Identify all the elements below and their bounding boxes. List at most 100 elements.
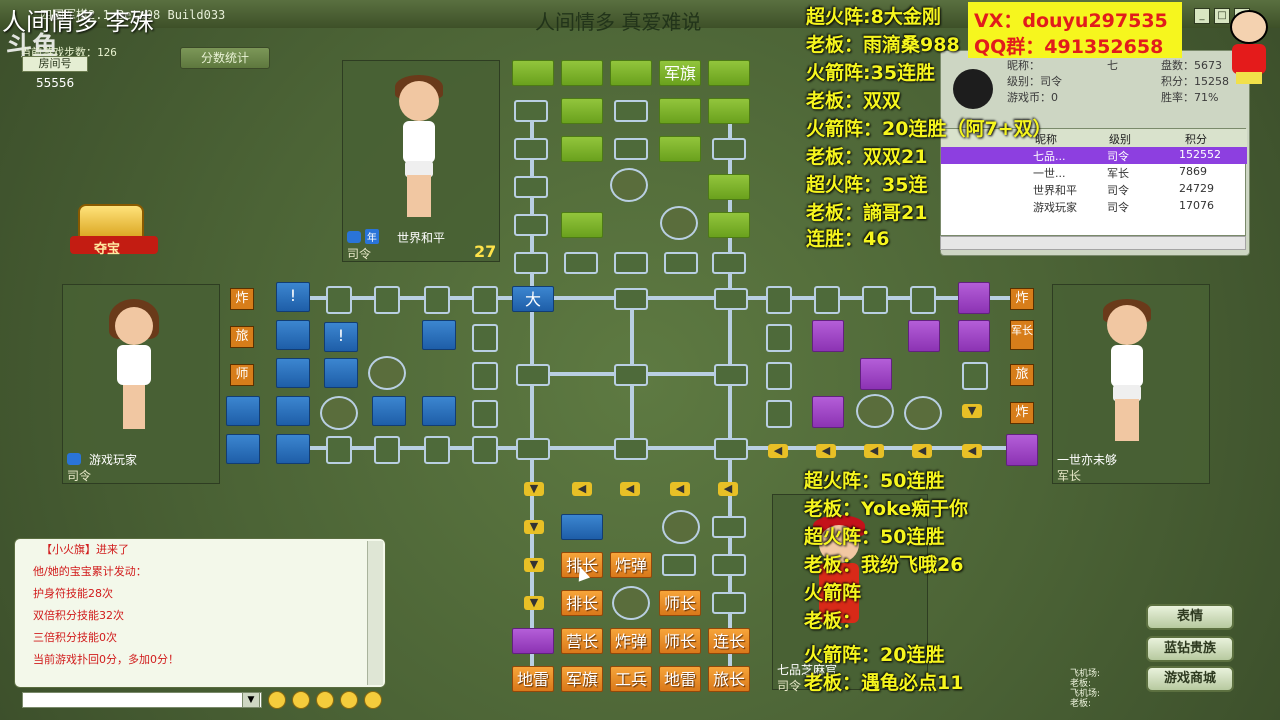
- board-node[interactable]: [514, 252, 548, 274]
- piece-purple[interactable]: [812, 396, 844, 428]
- board-node[interactable]: [374, 436, 400, 464]
- board-node[interactable]: [514, 214, 548, 236]
- left-tag[interactable]: 旅: [230, 326, 254, 348]
- board-node[interactable]: [766, 286, 792, 314]
- board-node[interactable]: [514, 100, 548, 122]
- piece-blue[interactable]: [226, 434, 260, 464]
- treasure-button[interactable]: 夺宝: [70, 196, 160, 262]
- piece-orange[interactable]: 工兵: [610, 666, 652, 692]
- piece-orange[interactable]: 炸弹: [610, 628, 652, 654]
- piece-blue[interactable]: [276, 396, 310, 426]
- board-node[interactable]: [516, 364, 550, 386]
- board-node[interactable]: [714, 438, 748, 460]
- board-node[interactable]: [614, 252, 648, 274]
- board-node[interactable]: [712, 138, 746, 160]
- piece-blue[interactable]: [422, 320, 456, 350]
- piece-green-flag[interactable]: 军旗: [659, 60, 701, 86]
- right-tag[interactable]: 旅: [1010, 364, 1034, 386]
- board-node[interactable]: [712, 592, 746, 614]
- board-node[interactable]: [326, 436, 352, 464]
- piece-green[interactable]: [659, 98, 701, 124]
- board-node[interactable]: [712, 252, 746, 274]
- piece-orange[interactable]: 地雷: [512, 666, 554, 692]
- board-camp[interactable]: [368, 356, 406, 390]
- piece-blue[interactable]: [276, 320, 310, 350]
- piece-orange[interactable]: 军旗: [561, 666, 603, 692]
- board-node[interactable]: [714, 288, 748, 310]
- board-camp[interactable]: [610, 168, 648, 202]
- piece-green[interactable]: [708, 212, 750, 238]
- chat-input[interactable]: [22, 692, 262, 708]
- board-node[interactable]: [424, 436, 450, 464]
- piece-orange[interactable]: 师长: [659, 590, 701, 616]
- piece-purple[interactable]: [512, 628, 554, 654]
- board-camp[interactable]: [320, 396, 358, 430]
- piece-blue[interactable]: [324, 358, 358, 388]
- piece-purple[interactable]: [1006, 434, 1038, 466]
- piece-orange[interactable]: 炸弹: [610, 552, 652, 578]
- wrench-icon[interactable]: [340, 691, 358, 709]
- board-node[interactable]: [712, 516, 746, 538]
- face-icon[interactable]: [316, 691, 334, 709]
- piece-green[interactable]: [561, 60, 603, 86]
- piece-orange[interactable]: 排长: [561, 590, 603, 616]
- piece-blue-da[interactable]: 大: [512, 286, 554, 312]
- piece-green[interactable]: [708, 174, 750, 200]
- piece-orange[interactable]: 连长: [708, 628, 750, 654]
- table-row[interactable]: 世界和平 司令 24729: [941, 181, 1247, 198]
- board-node[interactable]: [910, 286, 936, 314]
- table-scrollbar[interactable]: [940, 236, 1246, 250]
- table-row[interactable]: 一世... 军长 7869: [941, 164, 1247, 181]
- board-camp[interactable]: [660, 206, 698, 240]
- board-node[interactable]: [766, 400, 792, 428]
- piece-blue[interactable]: [276, 434, 310, 464]
- board-node[interactable]: [766, 324, 792, 352]
- left-tag[interactable]: 炸: [230, 288, 254, 310]
- board-node[interactable]: [712, 554, 746, 576]
- table-row[interactable]: 七品... 司令 152552: [941, 147, 1247, 164]
- right-tag[interactable]: 炸: [1010, 402, 1034, 424]
- right-tag[interactable]: 炸: [1010, 288, 1034, 310]
- board-camp[interactable]: [856, 394, 894, 428]
- minimize-button[interactable]: _: [1194, 8, 1210, 24]
- piece-purple[interactable]: [812, 320, 844, 352]
- blue-diamond-button[interactable]: 蓝钻贵族: [1146, 636, 1234, 662]
- piece-green[interactable]: [708, 98, 750, 124]
- right-tag[interactable]: 军长: [1010, 320, 1034, 350]
- piece-green[interactable]: [512, 60, 554, 86]
- speech-icon[interactable]: [268, 691, 286, 709]
- piece-orange[interactable]: 师长: [659, 628, 701, 654]
- board-node[interactable]: [862, 286, 888, 314]
- board-node[interactable]: [564, 252, 598, 274]
- piece-green[interactable]: [561, 98, 603, 124]
- board-camp[interactable]: [662, 510, 700, 544]
- board-node[interactable]: [472, 286, 498, 314]
- globe-icon[interactable]: [364, 691, 382, 709]
- board-node[interactable]: [472, 436, 498, 464]
- board-node[interactable]: [662, 554, 696, 576]
- piece-orange[interactable]: 旅长: [708, 666, 750, 692]
- board-node[interactable]: [514, 176, 548, 198]
- board-node[interactable]: [766, 362, 792, 390]
- piece-green[interactable]: [561, 136, 603, 162]
- board-node[interactable]: [472, 362, 498, 390]
- table-row[interactable]: 游戏玩家 司令 17076: [941, 198, 1247, 215]
- board-node[interactable]: [516, 438, 550, 460]
- board-node[interactable]: [326, 286, 352, 314]
- smile-icon[interactable]: [292, 691, 310, 709]
- piece-blue[interactable]: [422, 396, 456, 426]
- piece-blue[interactable]: [372, 396, 406, 426]
- chevron-down-icon[interactable]: ▼: [242, 692, 260, 708]
- board-node[interactable]: [374, 286, 400, 314]
- board-node[interactable]: [472, 400, 498, 428]
- board-node[interactable]: [614, 138, 648, 160]
- board-node[interactable]: [614, 364, 648, 386]
- piece-orange[interactable]: 营长: [561, 628, 603, 654]
- piece-purple[interactable]: [860, 358, 892, 390]
- board-node[interactable]: [714, 364, 748, 386]
- board-node[interactable]: [424, 286, 450, 314]
- chat-scrollbar[interactable]: [367, 541, 383, 685]
- piece-blue[interactable]: [276, 358, 310, 388]
- piece-green[interactable]: [659, 136, 701, 162]
- piece-purple[interactable]: [958, 320, 990, 352]
